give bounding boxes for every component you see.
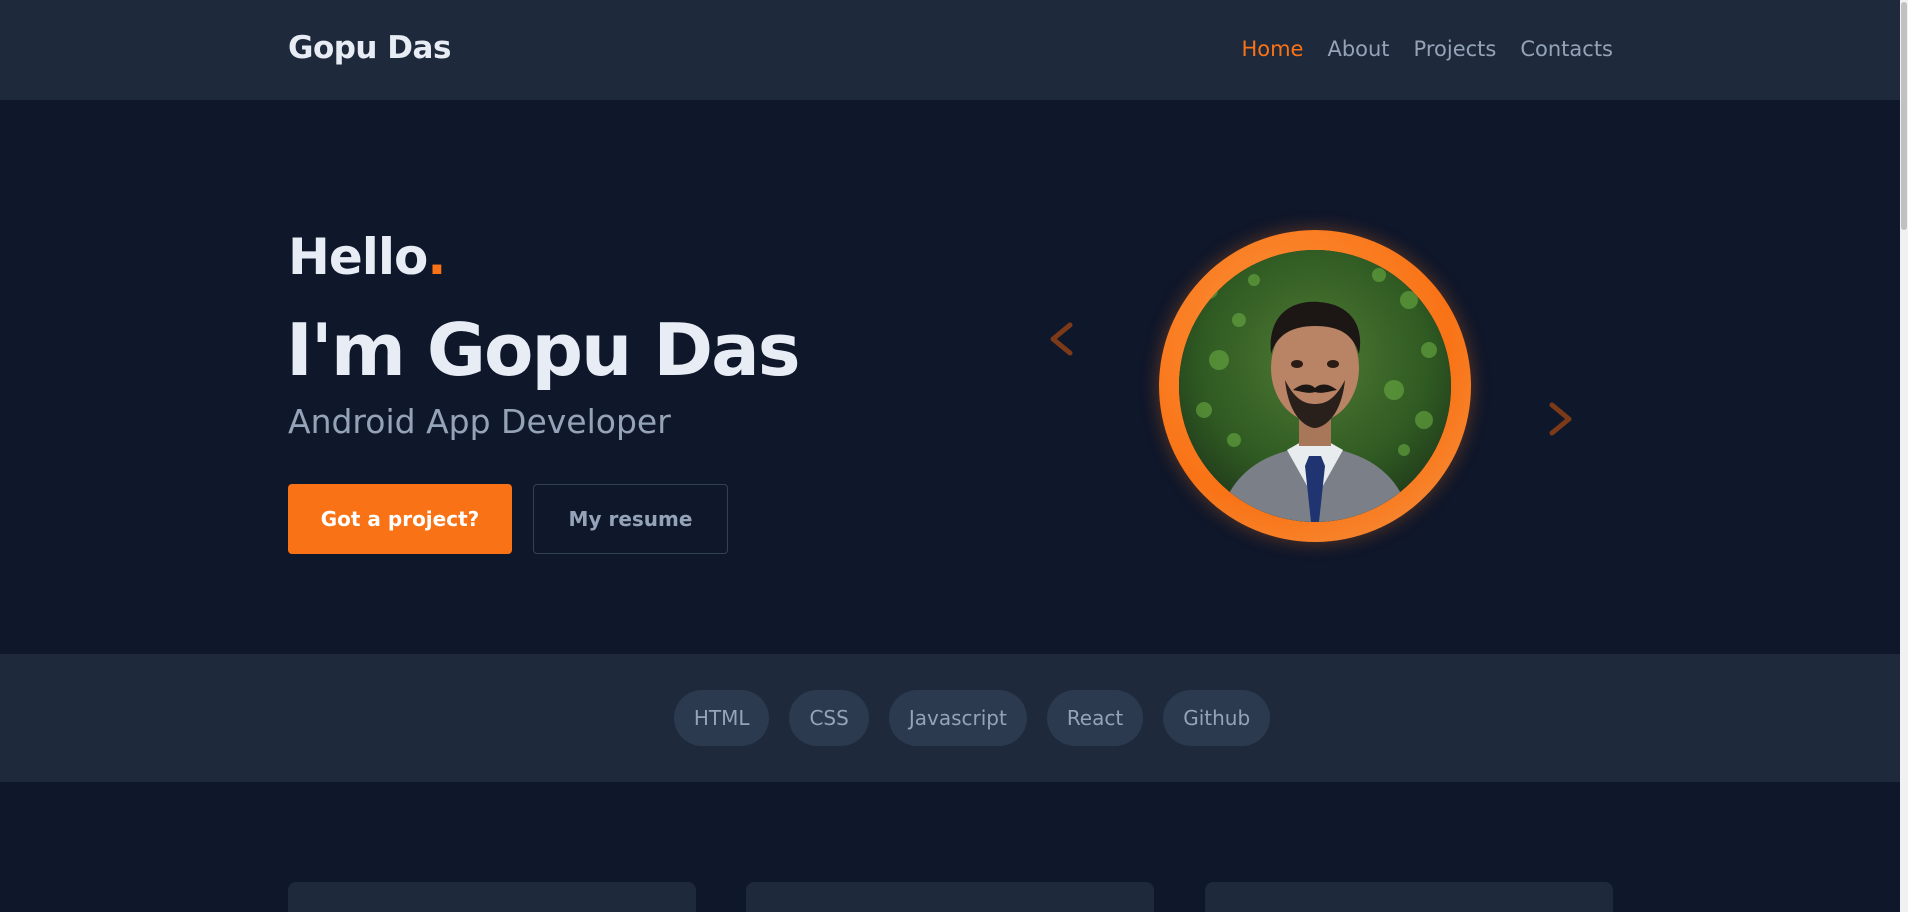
- nav-about[interactable]: About: [1327, 37, 1389, 61]
- skill-chip-html: HTML: [673, 690, 770, 746]
- profile-photo-illustration: [1179, 250, 1451, 522]
- info-card: [288, 882, 696, 912]
- got-a-project-button[interactable]: Got a project?: [288, 484, 512, 554]
- info-card: [1205, 882, 1613, 912]
- profile-photo: [1179, 250, 1451, 522]
- profile-photo-ring: [1159, 230, 1471, 542]
- greeting-text: Hello: [288, 228, 428, 286]
- skill-chip-react: React: [1046, 690, 1144, 746]
- page-scrollbar[interactable]: [1900, 0, 1908, 912]
- brand-logo[interactable]: Gopu Das: [288, 30, 451, 66]
- info-card: [746, 882, 1154, 912]
- hero-name: I'm Gopu Das: [286, 308, 801, 392]
- nav-projects[interactable]: Projects: [1414, 37, 1497, 61]
- skill-chip-javascript: Javascript: [888, 690, 1027, 746]
- hero-role: Android App Developer: [288, 402, 671, 441]
- skill-chip-css: CSS: [789, 690, 869, 746]
- scrollbar-thumb[interactable]: [1901, 2, 1907, 230]
- hero-section: Hello. I'm Gopu Das Android App Develope…: [0, 100, 1900, 654]
- skill-chip-github: Github: [1163, 690, 1271, 746]
- my-resume-button[interactable]: My resume: [533, 484, 728, 554]
- cards-section: [0, 782, 1900, 912]
- nav-contacts[interactable]: Contacts: [1520, 37, 1613, 61]
- carousel-prev-icon[interactable]: [1048, 320, 1076, 364]
- greeting-dot: .: [427, 228, 446, 286]
- main-nav: Home About Projects Contacts: [1241, 37, 1613, 61]
- carousel-next-icon[interactable]: [1546, 400, 1574, 444]
- skills-band: HTML CSS Javascript React Github: [0, 654, 1900, 782]
- portfolio-page: Gopu Das Home About Projects Contacts He…: [0, 0, 1900, 912]
- hero-greeting: Hello.: [288, 228, 446, 286]
- skill-chip-list: HTML CSS Javascript React Github: [0, 690, 1900, 746]
- site-header: Gopu Das Home About Projects Contacts: [0, 0, 1900, 100]
- nav-home[interactable]: Home: [1241, 37, 1303, 61]
